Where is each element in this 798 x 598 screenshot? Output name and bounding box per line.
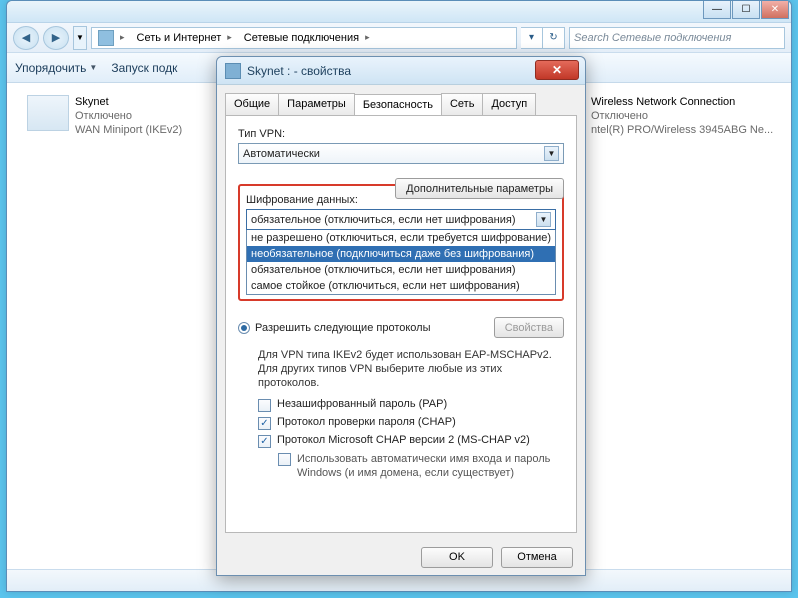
breadcrumb[interactable]: ▸ Сеть и Интернет▸ Сетевые подключения▸ <box>91 27 517 49</box>
checkbox-auto-credentials-label: Использовать автоматически имя входа и п… <box>297 452 564 480</box>
properties-dialog: Skynet : - свойства ✕ Общие Параметры Бе… <box>216 56 586 576</box>
maximize-button[interactable]: ☐ <box>732 1 760 19</box>
dialog-titlebar[interactable]: Skynet : - свойства ✕ <box>217 57 585 85</box>
encryption-combo[interactable]: обязательное (отключиться, если нет шифр… <box>246 209 556 230</box>
back-button[interactable]: ◀ <box>13 26 39 50</box>
connection-name: Wireless Network Connection <box>591 95 773 109</box>
encryption-option[interactable]: не разрешено (отключиться, если требуетс… <box>247 230 555 246</box>
breadcrumb-seg1[interactable]: Сеть и Интернет▸ <box>131 32 238 44</box>
cancel-button[interactable]: Отмена <box>501 547 573 568</box>
tab-security[interactable]: Безопасность <box>354 94 442 116</box>
close-button[interactable]: ✕ <box>761 1 789 19</box>
checkbox-mschap-label: Протокол Microsoft CHAP версии 2 (MS-CHA… <box>277 434 530 446</box>
address-bar: ◀ ▶ ▼ ▸ Сеть и Интернет▸ Сетевые подключ… <box>7 23 791 53</box>
encryption-option[interactable]: самое стойкое (отключиться, если нет шиф… <box>247 278 555 294</box>
highlight-frame: Шифрование данных: обязательное (отключи… <box>238 184 564 301</box>
refresh-button[interactable]: ↻ <box>543 27 565 49</box>
radio-allow-protocols[interactable] <box>238 322 250 334</box>
connection-item-wireless[interactable]: Wireless Network Connection Отключено nt… <box>591 95 781 137</box>
search-input[interactable]: Search Сетевые подключения <box>569 27 785 49</box>
checkbox-chap[interactable]: ✓ <box>258 417 271 430</box>
forward-button[interactable]: ▶ <box>43 26 69 50</box>
dialog-title-text: Skynet : - свойства <box>247 64 351 78</box>
ok-button[interactable]: OK <box>421 547 493 568</box>
connection-name: Skynet <box>75 95 182 109</box>
chevron-down-icon: ▼ <box>544 146 559 161</box>
encryption-option-selected[interactable]: необязательное (подключиться даже без ши… <box>247 246 555 262</box>
breadcrumb-seg2[interactable]: Сетевые подключения▸ <box>238 32 376 44</box>
protocol-properties-button: Свойства <box>494 317 564 338</box>
encryption-dropdown: не разрешено (отключиться, если требуетс… <box>246 230 556 295</box>
nav-history-drop[interactable]: ▼ <box>73 26 87 50</box>
vpn-type-label: Тип VPN: <box>238 128 564 140</box>
connection-item-skynet[interactable]: Skynet Отключено WAN Miniport (IKEv2) <box>27 95 182 137</box>
checkbox-chap-label: Протокол проверки пароля (CHAP) <box>277 416 456 428</box>
auth-group: Разрешить следующие протоколы Свойства Д… <box>238 317 564 480</box>
eap-note: Для VPN типа IKEv2 будет использован EAP… <box>258 348 564 390</box>
tab-page-security: Тип VPN: Автоматически ▼ Дополнительные … <box>225 115 577 533</box>
advanced-settings-button[interactable]: Дополнительные параметры <box>395 178 564 199</box>
tab-network[interactable]: Сеть <box>441 93 483 115</box>
toolbar-start-connection[interactable]: Запуск подк <box>111 61 177 75</box>
dialog-icon <box>225 63 241 79</box>
chevron-down-icon: ▼ <box>536 212 551 227</box>
tab-general[interactable]: Общие <box>225 93 279 115</box>
connection-device: ntel(R) PRO/Wireless 3945ABG Ne... <box>591 123 773 137</box>
explorer-titlebar[interactable]: — ☐ ✕ <box>7 1 791 23</box>
breadcrumb-root-icon <box>98 30 114 46</box>
checkbox-pap[interactable] <box>258 399 271 412</box>
encryption-option[interactable]: обязательное (отключиться, если нет шифр… <box>247 262 555 278</box>
tab-options[interactable]: Параметры <box>278 93 355 115</box>
connection-status: Отключено <box>75 109 182 123</box>
dialog-close-button[interactable]: ✕ <box>535 60 579 80</box>
breadcrumb-drop[interactable]: ▾ <box>521 27 543 49</box>
connection-icon <box>27 95 69 131</box>
radio-allow-label: Разрешить следующие протоколы <box>255 322 431 334</box>
checkbox-auto-credentials[interactable] <box>278 453 291 466</box>
vpn-type-combo[interactable]: Автоматически ▼ <box>238 143 564 164</box>
checkbox-mschap[interactable]: ✓ <box>258 435 271 448</box>
tab-strip: Общие Параметры Безопасность Сеть Доступ <box>225 93 577 115</box>
connection-status: Отключено <box>591 109 773 123</box>
tab-access[interactable]: Доступ <box>482 93 536 115</box>
minimize-button[interactable]: — <box>703 1 731 19</box>
connection-device: WAN Miniport (IKEv2) <box>75 123 182 137</box>
toolbar-organize[interactable]: Упорядочить▼ <box>15 61 97 75</box>
checkbox-pap-label: Незашифрованный пароль (PAP) <box>277 398 447 410</box>
dialog-footer: OK Отмена <box>217 539 585 575</box>
